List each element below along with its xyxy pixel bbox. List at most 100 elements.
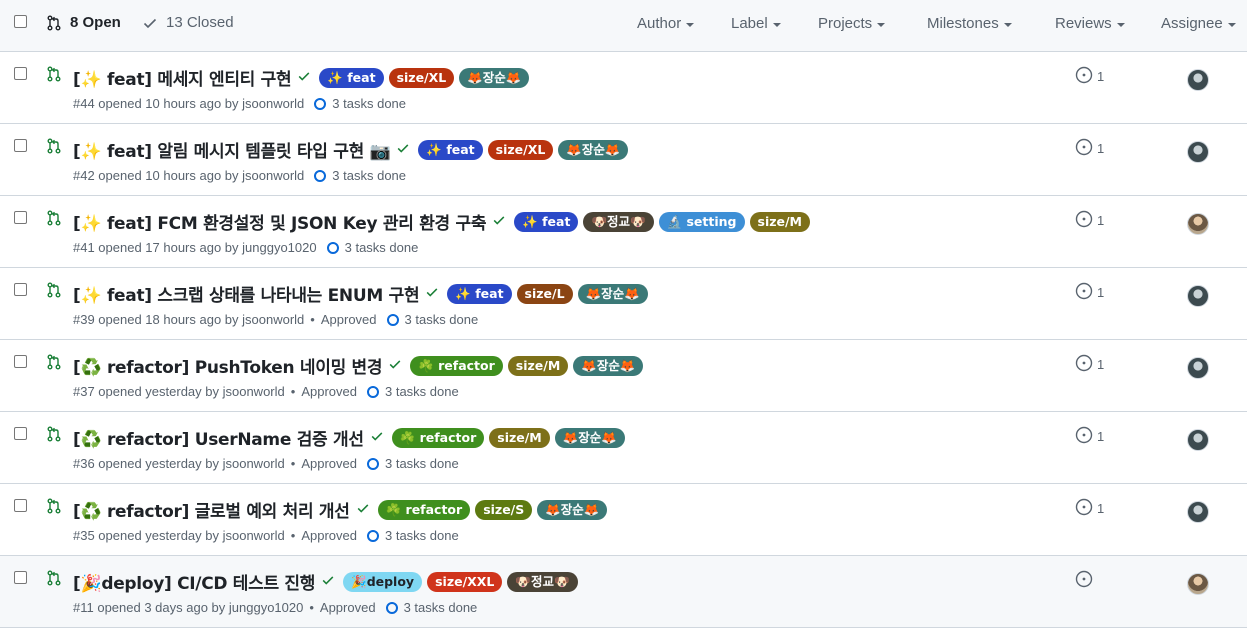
review-indicator[interactable]: 1 [1075, 498, 1104, 519]
review-status[interactable]: Approved [320, 600, 376, 615]
pr-row[interactable]: [♻️ refactor] 글로벌 예외 처리 개선 ☘️ refactor siz… [0, 484, 1247, 556]
filter-assignee[interactable]: Assignee [1161, 15, 1236, 32]
pr-checkbox[interactable] [14, 283, 27, 296]
review-indicator[interactable]: 1 [1075, 66, 1104, 87]
review-status[interactable]: Approved [301, 528, 357, 543]
pr-label[interactable]: size/L [516, 283, 573, 304]
pr-row[interactable]: [✨ feat] 알림 메시지 템플릿 타입 구현 📷 ✨ feat size/XL… [0, 124, 1247, 196]
filter-projects[interactable]: Projects [818, 15, 886, 32]
review-indicator[interactable]: 1 [1075, 426, 1104, 447]
pr-title-link[interactable]: [♻️ refactor] PushToken 네이밍 변경 [73, 353, 383, 378]
pr-title-link[interactable]: [♻️ refactor] 글로벌 예외 처리 개선 [73, 497, 350, 522]
pr-title-link[interactable]: [✨ feat] 스크랩 상태를 나타내는 ENUM 구현 [73, 281, 420, 306]
pr-row[interactable]: [✨ feat] 메세지 엔티티 구현 ✨ feat size/XL 🦊장순🦊 #44 … [0, 52, 1247, 124]
pr-label[interactable]: size/M [507, 355, 569, 376]
review-indicator[interactable]: 1 [1075, 354, 1104, 375]
task-progress-text[interactable]: 3 tasks done [332, 168, 406, 183]
pr-row[interactable]: [✨ feat] 스크랩 상태를 나타내는 ENUM 구현 ✨ feat size/… [0, 268, 1247, 340]
open-prs-tab[interactable]: 8 Open [46, 14, 121, 31]
pr-label[interactable]: size/XL [487, 139, 554, 160]
pr-label[interactable]: 🎉deploy [343, 571, 423, 592]
task-progress-text[interactable]: 3 tasks done [332, 96, 406, 111]
pr-label[interactable]: ✨ feat [319, 67, 384, 88]
pr-checkbox[interactable] [14, 67, 27, 80]
pr-checkbox[interactable] [14, 499, 27, 512]
pr-label[interactable]: size/XXL [427, 571, 503, 592]
pr-label[interactable]: 🦊장순🦊 [558, 139, 629, 160]
checks-passed-icon[interactable] [321, 573, 335, 590]
pr-checkbox[interactable] [14, 571, 27, 584]
task-progress-text[interactable]: 3 tasks done [385, 528, 459, 543]
checks-passed-icon[interactable] [356, 501, 370, 518]
assignee-avatar[interactable] [1187, 285, 1209, 307]
pr-checkbox[interactable] [14, 427, 27, 440]
checks-passed-icon[interactable] [370, 429, 384, 446]
pr-title-line: [♻️ refactor] UserName 검증 개선 ☘️ refactor s… [73, 425, 625, 450]
pr-checkbox[interactable] [14, 355, 27, 368]
pr-meta: #37 opened yesterday by jsoonworld • Appro… [73, 384, 459, 399]
pr-title-link[interactable]: [✨ feat] FCM 환경설정 및 JSON Key 관리 환경 구축 [73, 209, 486, 234]
assignee-avatar[interactable] [1187, 501, 1209, 523]
pr-label[interactable]: 🦊장순🦊 [537, 499, 608, 520]
pr-label[interactable]: ☘️ refactor [410, 355, 503, 376]
pr-label[interactable]: 🦊장순🦊 [554, 427, 625, 448]
task-progress-icon [314, 169, 327, 182]
pr-label[interactable]: size/XL [388, 67, 455, 88]
pr-label[interactable]: size/M [749, 211, 810, 232]
pr-checkbox[interactable] [14, 211, 27, 224]
review-count: 1 [1097, 501, 1105, 516]
task-progress-text[interactable]: 3 tasks done [385, 384, 459, 399]
checks-passed-icon[interactable] [492, 213, 506, 230]
pr-label[interactable]: 🔬 setting [658, 211, 745, 232]
filter-milestones[interactable]: Milestones [927, 15, 1012, 32]
pr-title-link[interactable]: [✨ feat] 알림 메시지 템플릿 타입 구현 📷 [73, 137, 391, 162]
pr-checkbox[interactable] [14, 139, 27, 152]
pr-label[interactable]: 🦊장순🦊 [577, 283, 648, 304]
closed-count-label: 13 Closed [166, 14, 234, 31]
checks-passed-icon[interactable] [396, 141, 410, 158]
pr-label[interactable]: 🦊장순🦊 [459, 67, 530, 88]
checks-passed-icon[interactable] [297, 69, 311, 86]
filter-label[interactable]: Label [731, 15, 781, 32]
select-all-checkbox[interactable] [14, 15, 27, 28]
pr-label[interactable]: ✨ feat [514, 211, 579, 232]
review-status[interactable]: Approved [301, 384, 357, 399]
pr-label[interactable]: ✨ feat [418, 139, 483, 160]
closed-prs-tab[interactable]: 13 Closed [142, 14, 234, 31]
pr-row[interactable]: [♻️ refactor] PushToken 네이밍 변경 ☘️ refacto… [0, 340, 1247, 412]
pr-label[interactable]: 🦊장순🦊 [573, 355, 644, 376]
pr-label[interactable]: ✨ feat [447, 283, 512, 304]
assignee-avatar[interactable] [1187, 69, 1209, 91]
review-indicator[interactable]: 1 [1075, 210, 1104, 231]
assignee-avatar[interactable] [1187, 213, 1209, 235]
pr-label[interactable]: ☘️ refactor [391, 427, 485, 448]
review-indicator[interactable]: 1 [1075, 138, 1104, 159]
filter-author[interactable]: Author [637, 15, 695, 32]
task-progress-text[interactable]: 3 tasks done [345, 240, 419, 255]
assignee-avatar[interactable] [1187, 141, 1209, 163]
assignee-avatar[interactable] [1187, 573, 1209, 595]
pr-label[interactable]: size/S [475, 499, 533, 520]
pr-label[interactable]: size/M [489, 427, 550, 448]
task-progress-text[interactable]: 3 tasks done [405, 312, 479, 327]
task-progress-text[interactable]: 3 tasks done [404, 600, 478, 615]
pr-label[interactable]: 🐶정교🐶 [583, 211, 654, 232]
pr-title-link[interactable]: [🎉deploy] CI/CD 테스트 진행 [73, 569, 315, 594]
pr-row[interactable]: [✨ feat] FCM 환경설정 및 JSON Key 관리 환경 구축 ✨ f… [0, 196, 1247, 268]
review-status[interactable]: Approved [321, 312, 377, 327]
pr-row[interactable]: [🎉deploy] CI/CD 테스트 진행 🎉deploy size/XXL 🐶정교… [0, 556, 1247, 628]
pr-title-link[interactable]: [✨ feat] 메세지 엔티티 구현 [73, 65, 292, 90]
checks-passed-icon[interactable] [388, 357, 402, 374]
task-progress-text[interactable]: 3 tasks done [385, 456, 459, 471]
review-indicator[interactable]: 1 [1075, 282, 1104, 303]
pr-title-link[interactable]: [♻️ refactor] UserName 검증 개선 [73, 425, 364, 450]
checks-passed-icon[interactable] [425, 285, 439, 302]
assignee-avatar[interactable] [1187, 429, 1209, 451]
pr-row[interactable]: [♻️ refactor] UserName 검증 개선 ☘️ refactor s… [0, 412, 1247, 484]
assignee-avatar[interactable] [1187, 357, 1209, 379]
pr-label[interactable]: ☘️ refactor [377, 499, 471, 520]
review-status[interactable]: Approved [301, 456, 357, 471]
pr-label[interactable]: 🐶정교🐶 [507, 571, 578, 592]
filter-reviews[interactable]: Reviews [1055, 15, 1125, 32]
review-indicator[interactable] [1075, 570, 1097, 591]
